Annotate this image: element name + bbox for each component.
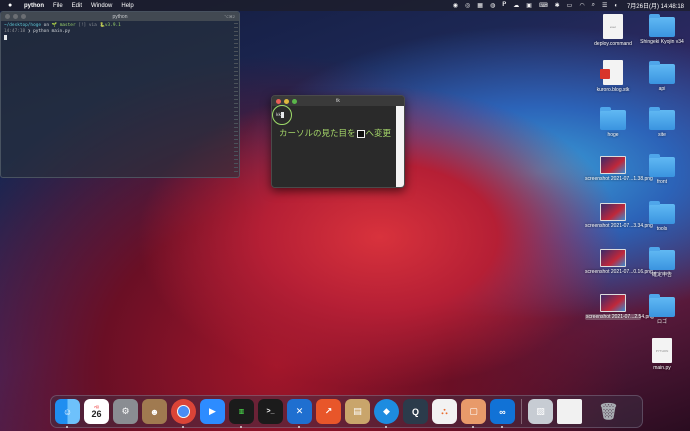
siri-icon[interactable]: ◐: [614, 3, 618, 9]
tk-title: tk: [336, 98, 340, 104]
folder-icon: [649, 107, 675, 130]
folder-icon: [649, 247, 675, 270]
tk-canvas[interactable]: kk カーソルの見た目を へ変更: [272, 105, 396, 187]
desktop-icon-kuroro[interactable]: kuroro.blog.stk: [585, 60, 641, 93]
bluetooth-icon[interactable]: ✱: [555, 2, 560, 9]
image-thumbnail: [600, 294, 626, 312]
desktop-icon-logo[interactable]: ロゴ: [634, 294, 690, 325]
terminal-cursor: [4, 35, 7, 40]
terminal-line: [4, 35, 236, 42]
infinity-icon[interactable]: ∞: [490, 399, 515, 428]
battery-icon[interactable]: ▭: [567, 2, 573, 9]
menu-window[interactable]: Window: [91, 3, 112, 9]
desktop-icon-screenshot-1[interactable]: screenshot 2021-07...1.38.png: [585, 156, 653, 182]
desktop-icon-deploy-command[interactable]: exec deploy.command: [585, 14, 641, 47]
sourcetree-icon[interactable]: ⛬: [432, 399, 457, 424]
folder-icon: [649, 154, 675, 177]
desktop-icon-api[interactable]: api: [634, 61, 690, 92]
contacts-icon[interactable]: ☻: [142, 399, 167, 424]
zoom-icon[interactable]: ▶: [200, 399, 225, 424]
status-circle-icon[interactable]: ◍: [490, 2, 495, 9]
docker-icon[interactable]: ◆: [374, 399, 399, 428]
terminal-window[interactable]: python ⌥⌘2 ~/desktop/hoge on 🌱 master [!…: [0, 11, 240, 178]
grid-icon[interactable]: ▦: [477, 2, 483, 9]
cursor-box-glyph: [356, 129, 365, 138]
folder-icon: [649, 201, 675, 224]
camera-icon[interactable]: ◎: [465, 2, 470, 9]
desktop-icon-screenshot-4[interactable]: screenshot 2021-07...2.54.png: [585, 294, 654, 320]
desktop-icon-tools[interactable]: tools: [634, 201, 690, 232]
prompt-branch: 🌱 master: [51, 23, 76, 28]
terminal-output[interactable]: ~/desktop/hoge on 🌱 master [!] via 🐍v3.9…: [1, 21, 239, 44]
folder-icon: [649, 14, 675, 37]
terminal-titlebar[interactable]: python ⌥⌘2: [1, 12, 239, 21]
instruments-icon[interactable]: ↗: [316, 399, 341, 424]
dock: ☺ 7月 26 ⚙ ☻ ▶ ▥ >_ ✕ ↗ ▤ ◆ Q ⛬ ▢ ∞ ▨ 🗑: [50, 395, 643, 428]
tk-entry[interactable]: kk: [276, 112, 284, 118]
control-center-icon[interactable]: ☰: [602, 2, 607, 9]
prompt-command: ❯ python main.py: [27, 29, 71, 34]
desktop-icon-shingeki[interactable]: Shingeki Kyojin v34: [634, 14, 690, 45]
mirror-icon[interactable]: ▣: [526, 2, 532, 9]
folder-icon: [649, 294, 675, 317]
folder-icon: [649, 61, 675, 84]
apple-menu-icon[interactable]: ●: [8, 2, 16, 9]
tk-titlebar[interactable]: tk: [272, 96, 404, 106]
tk-scrollbar[interactable]: [396, 106, 404, 187]
chrome-icon[interactable]: [171, 399, 196, 428]
calendar-icon[interactable]: 7月 26: [84, 399, 109, 424]
dock-separator: [521, 399, 522, 424]
image-thumbnail: [600, 156, 626, 174]
wifi-icon[interactable]: ◠: [579, 2, 584, 9]
quicktime-icon[interactable]: Q: [403, 399, 428, 424]
document-stack-icon[interactable]: [557, 399, 582, 424]
archive-utility-icon[interactable]: ▤: [345, 399, 370, 424]
image-thumbnail: [600, 203, 626, 221]
desktop-icon-front[interactable]: front: [634, 154, 690, 185]
image-thumbnail: [600, 249, 626, 267]
tk-window[interactable]: tk kk カーソルの見た目を へ変更: [271, 95, 405, 188]
terminal-shortcut: ⌥⌘2: [224, 14, 235, 19]
prompt-time: 14:47:18: [4, 29, 26, 34]
trash-icon[interactable]: 🗑: [596, 399, 621, 424]
python-file-icon: PYTHON: [652, 338, 672, 363]
prompt-path: ~/desktop/hoge: [4, 23, 42, 28]
tk-label: カーソルの見た目を へ変更: [279, 129, 392, 139]
desktop-icon-screenshot-3[interactable]: screenshot 2021-07...0.16.png: [585, 249, 653, 275]
terminal-icon[interactable]: >_: [258, 399, 283, 424]
desktop-icon-hoge[interactable]: hoge: [585, 107, 641, 138]
prompt-version: 🐍v3.9.1: [99, 23, 121, 28]
activity-monitor-icon[interactable]: ▥: [229, 399, 254, 428]
menu-clock[interactable]: 7月26日(月) 14:48:18: [627, 1, 684, 10]
system-preferences-icon[interactable]: ⚙: [113, 399, 138, 424]
terminal-title: python: [112, 13, 128, 20]
tk-cursor: [280, 112, 284, 118]
menu-edit[interactable]: Edit: [72, 3, 82, 9]
search-icon[interactable]: ⌕: [592, 2, 595, 9]
p-app-icon[interactable]: 𝐏: [502, 2, 506, 9]
vscode-icon[interactable]: ✕: [287, 399, 312, 428]
preview-stack-icon[interactable]: ▨: [528, 399, 553, 424]
document-icon: exec: [603, 14, 623, 39]
menu-bar: ● python File Edit Window Help ◉ ◎ ▦ ◍ 𝐏…: [0, 0, 690, 11]
notes-app-icon[interactable]: ▢: [461, 399, 486, 428]
desktop-icon-site[interactable]: site: [634, 107, 690, 138]
desktop-icon-main-py[interactable]: PYTHON main.py: [634, 338, 690, 371]
finder-icon[interactable]: ☺: [55, 399, 80, 428]
stk-file-icon: [600, 60, 623, 85]
menu-help[interactable]: Help: [121, 3, 133, 9]
menu-app-name[interactable]: python: [24, 3, 44, 9]
record-icon[interactable]: ◉: [453, 2, 458, 9]
folder-icon: [600, 107, 626, 130]
desktop-icon-screenshot-2[interactable]: screenshot 2021-07...3.34.png: [585, 203, 653, 229]
cloud-icon[interactable]: ☁: [513, 2, 519, 9]
keyboard-icon[interactable]: ⌨: [539, 2, 548, 9]
terminal-scrollbar[interactable]: [234, 23, 238, 173]
desktop-icon-kakutei[interactable]: 確定申告: [634, 247, 690, 278]
menu-file[interactable]: File: [53, 3, 63, 9]
